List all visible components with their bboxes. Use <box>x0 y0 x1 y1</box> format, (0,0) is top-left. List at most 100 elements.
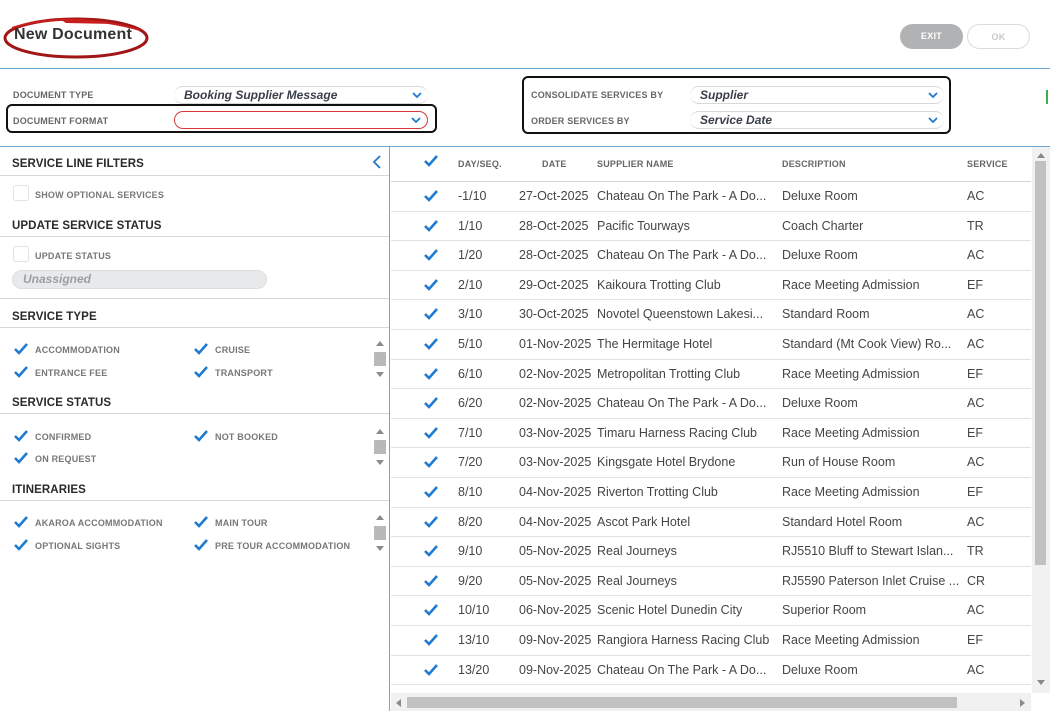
date-cell: 29-Oct-2025 <box>519 277 589 292</box>
scroll-down-icon[interactable] <box>375 545 385 553</box>
scroll-thumb[interactable] <box>1035 161 1046 565</box>
chevron-left-icon[interactable] <box>372 155 382 169</box>
scroll-up-icon[interactable] <box>375 513 385 521</box>
document-type-select[interactable]: Booking Supplier Message <box>174 86 428 104</box>
check-icon[interactable] <box>424 397 438 410</box>
supplier-cell: Chateau On The Park - A Do... <box>597 189 767 203</box>
table-row[interactable]: 13/10 09-Nov-2025 Rangiora Harness Racing … <box>391 626 1031 656</box>
check-icon[interactable] <box>194 343 208 355</box>
check-icon[interactable] <box>424 219 438 232</box>
service-cell: AC <box>967 248 985 263</box>
date-cell: 04-Nov-2025 <box>519 514 592 529</box>
order-select[interactable]: Service Date <box>690 111 944 129</box>
table-row[interactable]: 2/10 29-Oct-2025 Kaikoura Trotting Club Rac… <box>391 271 1031 301</box>
date-cell: 28-Oct-2025 <box>519 218 589 233</box>
scroll-up-icon[interactable] <box>375 427 385 435</box>
check-icon[interactable] <box>424 574 438 587</box>
service-status-scrollbar[interactable] <box>373 425 387 469</box>
table-row[interactable]: 8/20 04-Nov-2025 Ascot Park Hotel Standard … <box>391 508 1031 538</box>
document-format-select[interactable] <box>174 111 428 129</box>
scroll-thumb[interactable] <box>374 526 386 540</box>
scroll-down-icon[interactable] <box>375 459 385 467</box>
scroll-thumb[interactable] <box>374 352 386 366</box>
check-icon[interactable] <box>424 456 438 469</box>
column-header[interactable]: DESCRIPTION <box>782 159 846 169</box>
itineraries-scrollbar[interactable] <box>373 511 387 555</box>
table-row[interactable]: 1/10 28-Oct-2025 Pacific Tourways Coach Cha… <box>391 212 1031 242</box>
consolidate-label: CONSOLIDATE SERVICES BY <box>531 90 664 100</box>
column-header[interactable]: DAY/SEQ. <box>458 159 502 169</box>
check-icon[interactable] <box>424 278 438 291</box>
service-cell: TR <box>967 544 984 559</box>
column-header[interactable]: DATE <box>542 159 567 169</box>
service-cell: EF <box>967 633 983 647</box>
check-icon[interactable] <box>424 367 438 380</box>
table-row[interactable]: 6/20 02-Nov-2025 Chateau On The Park - A D… <box>391 389 1031 419</box>
document-format-label: DOCUMENT FORMAT <box>13 116 109 126</box>
supplier-cell: Rangiora Harness Racing Club <box>597 633 770 647</box>
table-row[interactable]: 7/10 03-Nov-2025 Timaru Harness Racing Clu… <box>391 419 1031 449</box>
column-header[interactable]: SERVICE <box>967 159 1008 169</box>
scroll-thumb[interactable] <box>374 440 386 454</box>
scroll-down-icon[interactable] <box>1036 679 1046 687</box>
check-icon[interactable] <box>424 663 438 676</box>
check-icon[interactable] <box>424 338 438 350</box>
date-cell: 02-Nov-2025 <box>519 396 592 411</box>
check-icon[interactable] <box>14 430 28 442</box>
table-row[interactable]: -1/10 27-Oct-2025 Chateau On The Park - A … <box>391 182 1031 212</box>
date-cell: 27-Oct-2025 <box>519 189 589 203</box>
update-section-title: UPDATE SERVICE STATUS <box>12 220 162 232</box>
service-type-scrollbar[interactable] <box>373 337 387 381</box>
check-icon[interactable] <box>424 190 438 202</box>
status-select[interactable]: Unassigned <box>12 270 267 289</box>
table-row[interactable]: 1/20 28-Oct-2025 Chateau On The Park - A D… <box>391 241 1031 271</box>
table-row[interactable]: 9/20 05-Nov-2025 Real Journeys RJ5590 Pater… <box>391 567 1031 597</box>
scroll-up-icon[interactable] <box>1036 151 1046 159</box>
table-row[interactable]: 3/10 30-Oct-2025 Novotel Queenstown Lakesi… <box>391 300 1031 330</box>
date-cell: 05-Nov-2025 <box>519 573 592 588</box>
check-icon[interactable] <box>424 486 438 498</box>
check-icon[interactable] <box>424 426 438 439</box>
check-icon[interactable] <box>424 604 438 617</box>
scroll-left-icon[interactable] <box>394 698 402 708</box>
table-row[interactable]: 7/20 03-Nov-2025 Kingsgate Hotel Brydone Ru… <box>391 448 1031 478</box>
table-row[interactable]: 10/10 06-Nov-2025 Scenic Hotel Dunedin Cit… <box>391 596 1031 626</box>
column-header[interactable]: SUPPLIER NAME <box>597 159 674 169</box>
table-row[interactable]: 5/10 01-Nov-2025 The Hermitage Hotel Standa… <box>391 330 1031 360</box>
check-icon[interactable] <box>424 155 438 167</box>
check-icon[interactable] <box>424 634 438 646</box>
scroll-right-icon[interactable] <box>1019 698 1027 708</box>
check-icon[interactable] <box>194 430 208 442</box>
date-cell: 05-Nov-2025 <box>519 544 592 559</box>
horizontal-scrollbar[interactable] <box>391 693 1031 711</box>
scroll-up-icon[interactable] <box>375 339 385 347</box>
day-seq-cell: 5/10 <box>458 337 483 351</box>
update-status-checkbox[interactable] <box>13 246 29 262</box>
table-row[interactable]: 6/10 02-Nov-2025 Metropolitan Trotting Clu… <box>391 360 1031 390</box>
date-cell: 09-Nov-2025 <box>519 662 592 677</box>
check-icon[interactable] <box>14 539 28 551</box>
service-status-title: SERVICE STATUS <box>12 397 112 409</box>
check-icon[interactable] <box>424 249 438 262</box>
scroll-down-icon[interactable] <box>375 371 385 379</box>
check-icon[interactable] <box>14 516 28 528</box>
table-row[interactable]: 13/20 09-Nov-2025 Chateau On The Park - A … <box>391 656 1031 686</box>
scroll-thumb[interactable] <box>407 697 957 708</box>
consolidate-select[interactable]: Supplier <box>690 86 944 104</box>
ok-button[interactable]: OK <box>967 24 1030 49</box>
exit-button[interactable]: EXIT <box>900 24 963 49</box>
check-icon[interactable] <box>194 366 208 378</box>
vertical-scrollbar[interactable] <box>1032 147 1050 693</box>
check-icon[interactable] <box>424 308 438 321</box>
check-icon[interactable] <box>14 366 28 378</box>
check-icon[interactable] <box>424 515 438 528</box>
check-icon[interactable] <box>14 452 28 464</box>
check-icon[interactable] <box>194 516 208 528</box>
check-icon[interactable] <box>194 539 208 551</box>
check-icon[interactable] <box>14 343 28 355</box>
table-row[interactable]: 8/10 04-Nov-2025 Riverton Trotting Club Rac… <box>391 478 1031 508</box>
service-cell: CR <box>967 573 986 588</box>
table-row[interactable]: 9/10 05-Nov-2025 Real Journeys RJ5510 Bluff… <box>391 537 1031 567</box>
check-icon[interactable] <box>424 545 438 558</box>
show-optional-checkbox[interactable] <box>13 185 29 201</box>
